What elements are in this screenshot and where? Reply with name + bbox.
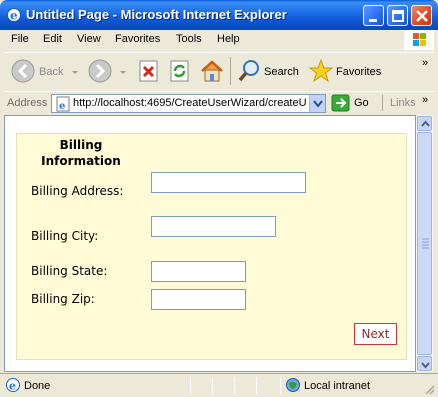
title-bar: e Untitled Page - Microsoft Internet Exp…	[0, 0, 438, 30]
svg-text:e: e	[10, 9, 18, 23]
minimize-button[interactable]	[363, 5, 384, 26]
menu-help[interactable]: Help	[217, 33, 240, 45]
menu-view[interactable]: View	[77, 33, 101, 45]
page-done-icon: e	[6, 378, 20, 393]
wizard-title-line2: Information	[41, 154, 121, 168]
back-dropdown-icon[interactable]	[70, 57, 80, 85]
status-separator	[234, 377, 235, 394]
search-label[interactable]: Search	[264, 66, 299, 78]
go-button[interactable]: Go	[354, 97, 369, 109]
links-overflow-chevron-icon[interactable]: »	[422, 94, 428, 106]
toolbar: Back Search Favorites »	[4, 52, 434, 90]
address-dropdown-button[interactable]	[309, 95, 325, 112]
billing-address-label: Billing Address:	[31, 184, 124, 198]
forward-dropdown-icon[interactable]	[118, 57, 128, 85]
ie-logo-icon: e	[7, 8, 21, 23]
menu-file[interactable]: File	[11, 33, 29, 45]
menu-tools[interactable]: Tools	[176, 33, 202, 45]
menu-favorites[interactable]: Favorites	[115, 33, 160, 45]
favorites-star-icon[interactable]	[308, 57, 334, 85]
favorites-label[interactable]: Favorites	[336, 66, 381, 78]
scroll-down-arrow-icon	[421, 362, 430, 369]
stop-icon[interactable]	[138, 57, 160, 85]
home-icon[interactable]	[199, 57, 225, 85]
billing-city-input[interactable]	[151, 216, 276, 237]
billing-wizard: Billing Information Billing Address: Bil…	[16, 133, 407, 360]
scroll-up-button[interactable]	[417, 116, 432, 131]
toolbar-overflow-chevron-icon[interactable]: »	[422, 57, 428, 69]
refresh-icon[interactable]	[169, 57, 191, 85]
scroll-thumb[interactable]	[417, 132, 432, 355]
close-icon	[416, 10, 428, 22]
resize-grip-icon[interactable]	[423, 383, 435, 395]
status-separator	[212, 377, 213, 394]
billing-state-input[interactable]	[151, 261, 246, 282]
status-separator	[190, 377, 191, 394]
billing-zip-label: Billing Zip:	[31, 292, 95, 306]
back-arrow-icon[interactable]	[11, 57, 37, 85]
go-arrow-icon[interactable]	[331, 94, 351, 112]
billing-address-input[interactable]	[151, 172, 306, 193]
minimize-icon	[369, 19, 377, 22]
window-title: Untitled Page - Microsoft Internet Explo…	[26, 7, 287, 22]
toolbar-separator	[230, 57, 231, 85]
close-button[interactable]	[411, 5, 432, 26]
windows-logo-icon	[404, 30, 434, 50]
status-separator	[256, 377, 257, 394]
billing-state-label: Billing State:	[31, 264, 108, 278]
links-button[interactable]: Links	[390, 97, 416, 109]
page-icon: e	[56, 96, 70, 112]
billing-city-label: Billing City:	[31, 229, 99, 243]
scroll-up-arrow-icon	[421, 120, 430, 127]
scroll-grip-icon	[422, 238, 429, 249]
security-zone: Local intranet	[304, 380, 371, 392]
menu-bar: File Edit View Favorites Tools Help	[4, 30, 434, 50]
status-text: Done	[24, 380, 51, 392]
address-bar: Address e http://localhost:4695/CreateUs…	[4, 91, 434, 113]
maximize-icon	[392, 10, 404, 22]
address-separator	[382, 95, 383, 111]
scroll-down-button[interactable]	[417, 356, 432, 371]
page-content: Billing Information Billing Address: Bil…	[4, 115, 416, 372]
address-label: Address	[7, 97, 48, 109]
billing-zip-input[interactable]	[151, 289, 246, 310]
address-field[interactable]: e http://localhost:4695/CreateUserWizard…	[51, 94, 326, 113]
forward-arrow-icon[interactable]	[88, 57, 114, 85]
back-label[interactable]: Back	[39, 66, 63, 78]
wizard-title: Billing Information	[31, 137, 131, 169]
svg-text:e: e	[59, 101, 65, 112]
chevron-down-icon	[313, 100, 323, 108]
local-intranet-icon	[286, 378, 300, 392]
status-bar: e Done Local intranet	[0, 373, 438, 397]
search-icon[interactable]	[237, 57, 263, 85]
maximize-button[interactable]	[387, 5, 408, 26]
address-url[interactable]: http://localhost:4695/CreateUserWizard/c…	[73, 97, 307, 109]
menu-edit[interactable]: Edit	[43, 33, 62, 45]
status-separator	[280, 377, 281, 394]
svg-text:e: e	[9, 380, 16, 393]
vertical-scrollbar[interactable]	[416, 115, 433, 372]
wizard-title-line1: Billing	[59, 138, 103, 152]
next-button[interactable]: Next	[354, 323, 397, 345]
